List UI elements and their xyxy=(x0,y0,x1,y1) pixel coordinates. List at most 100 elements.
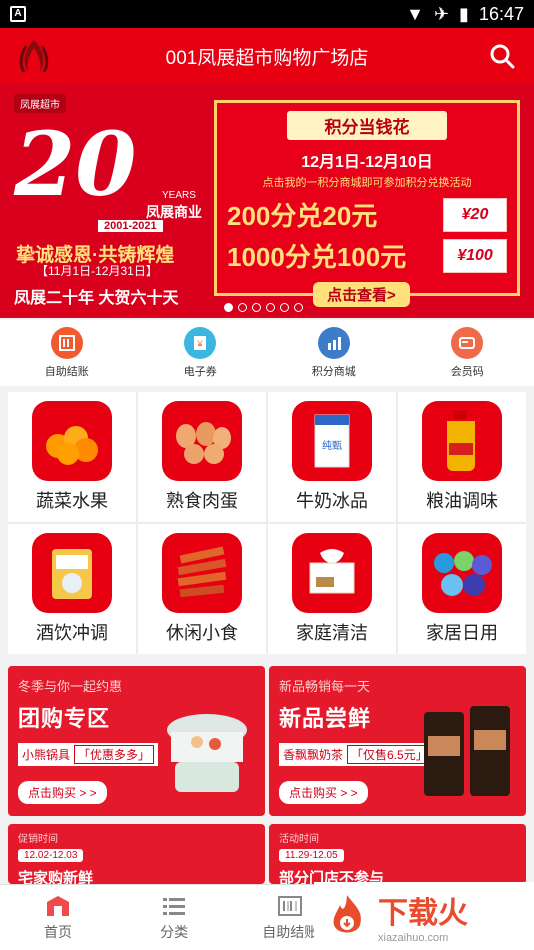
status-bar: A ▼ ✈ ▮ 16:47 xyxy=(0,0,534,28)
category-label: 家庭清洁 xyxy=(296,623,368,643)
app-bar: 001凤展超市购物广场店 xyxy=(0,28,534,84)
points-date: 12月1日-12月10日 xyxy=(301,154,433,171)
promo-row: 冬季与你一起约惠 团购专区 小熊锅具 「优惠多多」 点击购买 > > 新品畅销每一… xyxy=(8,666,526,816)
watermark: 下载火 xiazaihuo.com xyxy=(314,882,534,950)
milk-icon: 纯甄 xyxy=(292,401,372,481)
tab-label: 首页 xyxy=(44,923,73,940)
hotpot-image xyxy=(167,714,247,792)
points-row: 1000分兑100元 ¥100 xyxy=(227,237,507,274)
category-grain-oil[interactable]: 粮油调味 xyxy=(398,392,526,522)
quick-self-checkout[interactable]: 自助结账 xyxy=(0,320,134,386)
snack-icon xyxy=(162,533,242,613)
category-home-daily[interactable]: 家居日用 xyxy=(398,524,526,654)
promo-banner[interactable]: 凤展超市 20 YEARS 凤展商业 2001-2021 挚诚感恩·共铸辉煌 【… xyxy=(0,84,534,318)
brand-badge: 凤展超市 xyxy=(14,94,66,113)
carousel-dot[interactable] xyxy=(252,303,261,312)
category-label: 酒饮冲调 xyxy=(36,623,108,643)
drink-icon xyxy=(32,533,112,613)
airplane-icon: ✈ xyxy=(433,3,450,24)
quick-label: 会员码 xyxy=(450,366,484,378)
carousel-indicator[interactable] xyxy=(224,303,303,312)
watermark-url: xiazaihuo.com xyxy=(378,932,449,944)
category-milk-frozen[interactable]: 纯甄 牛奶冰品 xyxy=(268,392,396,522)
battery-icon: ▮ xyxy=(459,3,469,24)
year-range: 2001-2021 xyxy=(98,220,163,232)
quick-label: 积分商城 xyxy=(311,366,356,378)
quick-e-coupon[interactable]: ¥ 电子券 xyxy=(134,320,268,386)
category-drinks[interactable]: 酒饮冲调 xyxy=(8,524,136,654)
buy-now-button[interactable]: 点击购买 > > xyxy=(18,781,107,804)
category-label: 熟食肉蛋 xyxy=(166,491,238,511)
wifi-icon: ▼ xyxy=(406,3,424,24)
carousel-dot[interactable] xyxy=(238,303,247,312)
category-label: 蔬菜水果 xyxy=(36,491,108,511)
promo-date: 12.02-12.03 xyxy=(18,849,84,862)
search-icon[interactable] xyxy=(488,42,516,70)
event-date: 【11月1日-12月31日】 xyxy=(36,264,158,278)
category-grid: 蔬菜水果 熟食肉蛋 纯甄 牛奶冰品 粮油调味 酒饮冲调 休闲小食 家庭清洁 家居… xyxy=(8,392,526,654)
promo-fresh[interactable]: 促销时间 12.02-12.03 宅家购新鲜 xyxy=(8,824,265,887)
category-label: 粮油调味 xyxy=(426,491,498,511)
coupon-badge: ¥100 xyxy=(443,238,507,273)
promo-new-products[interactable]: 新品畅销每一天 新品尝鲜 香飘飘奶茶 「仅售6.5元」 点击购买 > > xyxy=(269,666,526,816)
promo-tag: 香飘飘奶茶 「仅售6.5元」 xyxy=(279,743,436,766)
promo-row-2: 促销时间 12.02-12.03 宅家购新鲜 活动时间 11.29-12.05 … xyxy=(8,824,526,887)
tissue-icon xyxy=(292,533,372,613)
quick-member-code[interactable]: 会员码 xyxy=(401,320,534,386)
quick-label: 电子券 xyxy=(183,366,217,378)
coupon-icon: ¥ xyxy=(184,327,217,359)
milk-tea-image xyxy=(424,706,510,796)
years-label: YEARS xyxy=(162,190,196,201)
promo-date: 11.29-12.05 xyxy=(279,849,344,862)
points-row: 200分兑20元 ¥20 xyxy=(227,196,507,233)
category-snacks[interactable]: 休闲小食 xyxy=(138,524,266,654)
tab-home[interactable]: 首页 xyxy=(0,885,116,950)
tab-label: 自助结账 xyxy=(262,923,319,940)
category-deli-eggs[interactable]: 熟食肉蛋 xyxy=(138,392,266,522)
category-vegetables-fruit[interactable]: 蔬菜水果 xyxy=(8,392,136,522)
category-label: 休闲小食 xyxy=(166,623,238,643)
store-title: 001凤展超市购物广场店 xyxy=(165,47,369,69)
celebrate-text: 凤展二十年 大贺六十天 xyxy=(14,290,179,307)
category-label: 家居日用 xyxy=(426,623,498,643)
anniversary-panel: 凤展超市 20 YEARS 凤展商业 2001-2021 挚诚感恩·共铸辉煌 【… xyxy=(14,94,210,307)
bag-icon xyxy=(422,533,502,613)
points-offer: 200分兑20元 xyxy=(227,201,378,231)
scan-icon xyxy=(50,327,83,359)
egg-icon xyxy=(162,401,242,481)
oil-icon xyxy=(422,401,502,481)
category-label: 牛奶冰品 xyxy=(296,491,368,511)
watermark-title: 下载火 xyxy=(378,897,468,930)
promo-subtitle: 新品畅销每一天 xyxy=(279,679,371,694)
coupon-badge: ¥20 xyxy=(443,197,507,232)
chart-icon xyxy=(317,327,350,359)
points-title: 积分当钱花 xyxy=(287,111,447,140)
points-subtitle: 点击我的一积分商城即可参加积分兑换活动 xyxy=(262,177,472,189)
tab-category[interactable]: 分类 xyxy=(116,885,232,950)
carousel-dot[interactable] xyxy=(266,303,275,312)
quick-label: 自助结账 xyxy=(44,366,89,378)
carousel-dot[interactable] xyxy=(280,303,289,312)
home-icon xyxy=(47,895,70,916)
promo-date-label: 活动时间 xyxy=(279,834,319,845)
carousel-dot[interactable] xyxy=(224,303,233,312)
buy-now-button[interactable]: 点击购买 > > xyxy=(279,781,368,804)
tab-label: 分类 xyxy=(160,923,189,940)
view-details-button[interactable]: 点击查看> xyxy=(313,282,410,307)
card-icon xyxy=(451,327,484,359)
points-panel: 积分当钱花 12月1日-12月10日 点击我的一积分商城即可参加积分兑换活动 2… xyxy=(214,100,520,307)
category-household-cleaning[interactable]: 家庭清洁 xyxy=(268,524,396,654)
store-logo-icon xyxy=(19,40,49,73)
promo-group-buy[interactable]: 冬季与你一起约惠 团购专区 小熊锅具 「优惠多多」 点击购买 > > xyxy=(8,666,265,816)
barcode-icon xyxy=(278,895,303,916)
quick-points-mall[interactable]: 积分商城 xyxy=(267,320,401,386)
clock: 16:47 xyxy=(478,3,524,24)
svg-text:¥: ¥ xyxy=(197,339,204,349)
promo-event[interactable]: 活动时间 11.29-12.05 部分门店不参与 xyxy=(269,824,526,887)
promo-date-label: 促销时间 xyxy=(18,834,58,845)
carousel-dot[interactable] xyxy=(294,303,303,312)
quick-actions: 自助结账 ¥ 电子券 积分商城 会员码 xyxy=(0,320,534,386)
notification-icon: A xyxy=(10,6,26,22)
promo-subtitle: 冬季与你一起约惠 xyxy=(18,679,123,694)
points-offer: 1000分兑100元 xyxy=(227,242,407,272)
